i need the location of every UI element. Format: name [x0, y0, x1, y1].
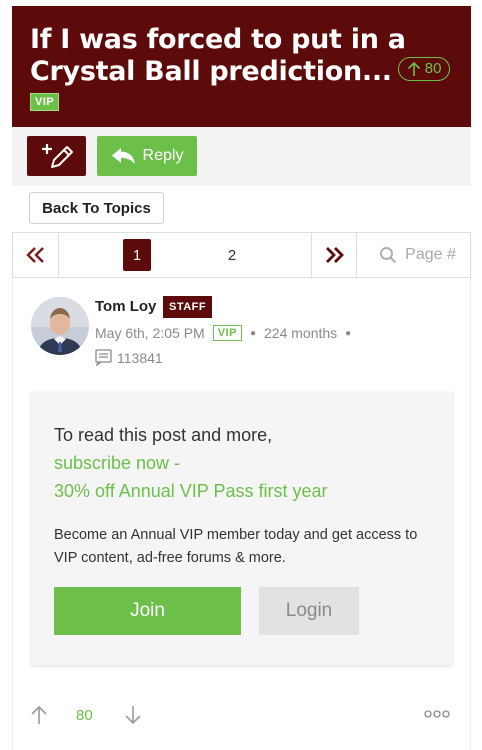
join-button[interactable]: Join — [54, 587, 241, 635]
paywall-offer[interactable]: 30% off Annual VIP Pass first year — [54, 481, 328, 502]
downvote-button[interactable] — [124, 705, 142, 730]
topic-score-value: 80 — [424, 60, 442, 77]
compose-pencil-icon — [41, 144, 73, 168]
search-icon — [380, 247, 397, 264]
separator-dot: ● — [249, 327, 256, 339]
more-options-button[interactable] — [424, 707, 450, 725]
compose-button[interactable] — [27, 136, 86, 176]
vote-count: 80 — [76, 707, 93, 724]
arrow-up-icon — [407, 61, 420, 76]
reply-button[interactable]: Reply — [97, 136, 197, 176]
post-meta: May 6th, 2:05 PM VIP ● 224 months ● — [95, 325, 351, 341]
arrow-down-icon — [125, 706, 141, 725]
last-page-button[interactable] — [311, 233, 357, 277]
reply-arrow-icon — [111, 148, 135, 164]
avatar[interactable] — [31, 297, 89, 355]
topic-title: If I was forced to put in a Crystal Ball… — [30, 24, 455, 88]
arrow-up-icon — [31, 705, 47, 724]
login-button[interactable]: Login — [259, 587, 359, 635]
separator-dot: ● — [345, 327, 352, 339]
paywall-card: To read this post and more, subscribe no… — [31, 392, 453, 665]
author-post-count: 113841 — [95, 349, 163, 366]
post-vip-badge: VIP — [212, 325, 242, 341]
page-number-placeholder: Page # — [405, 246, 456, 263]
page-button-2[interactable]: 2 — [218, 233, 246, 277]
post-count-value: 113841 — [117, 349, 163, 366]
topic-toolbar: Reply — [12, 127, 471, 186]
first-page-button[interactable] — [13, 233, 59, 277]
upvote-button[interactable] — [30, 705, 48, 730]
page-number-input[interactable]: Page # — [365, 233, 470, 277]
topic-score-badge: 80 — [397, 57, 451, 81]
topic-title-text: If I was forced to put in a Crystal Ball… — [30, 24, 406, 87]
staff-badge: STAFF — [163, 296, 213, 318]
paywall-headline: To read this post and more, — [54, 425, 273, 445]
message-icon — [95, 349, 112, 366]
page-button-1[interactable]: 1 — [123, 239, 151, 271]
paywall-description: Become an Annual VIP member today and ge… — [54, 527, 418, 566]
post-author-name[interactable]: Tom Loy — [95, 298, 156, 315]
topic-header: If I was forced to put in a Crystal Ball… — [12, 6, 471, 127]
reply-button-label: Reply — [142, 147, 184, 164]
author-tenure: 224 months — [264, 325, 338, 341]
back-to-topics-button[interactable]: Back To Topics — [29, 192, 164, 224]
paywall-subscribe-link[interactable]: subscribe now - — [54, 453, 180, 474]
author-photo — [31, 297, 89, 355]
topic-vip-badge: VIP — [30, 93, 60, 111]
more-dots-icon — [424, 710, 450, 718]
double-chevron-left-icon — [25, 247, 44, 263]
pagination-bar: 1 2 Page # — [12, 232, 471, 278]
double-chevron-right-icon — [326, 247, 344, 263]
post-date: May 6th, 2:05 PM — [95, 325, 205, 341]
